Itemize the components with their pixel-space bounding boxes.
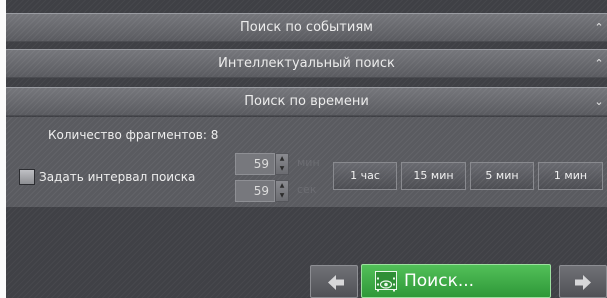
search-panel: Поиск по событиям ⌃ Интеллектуальный пои… — [0, 0, 607, 298]
seconds-unit: сек — [297, 183, 317, 196]
interval-checkbox[interactable] — [19, 169, 35, 185]
minutes-unit: мин — [297, 156, 320, 169]
chevron-up-icon: ⌃ — [594, 57, 604, 70]
search-button[interactable]: Поиск... — [361, 264, 551, 298]
section-title-smart-search: Интеллектуальный поиск — [218, 56, 395, 71]
section-title-event-search: Поиск по событиям — [240, 20, 373, 35]
minutes-input[interactable]: 59 — [235, 153, 275, 175]
section-title-time-search: Поиск по времени — [244, 94, 369, 109]
section-header-smart-search[interactable]: Интеллектуальный поиск ⌃ — [6, 49, 607, 78]
chevron-down-icon: ⌄ — [594, 95, 604, 108]
quick-button-5m[interactable]: 5 мин — [470, 162, 534, 190]
prev-button[interactable] — [310, 265, 358, 298]
seconds-input[interactable]: 59 — [235, 180, 275, 202]
quick-button-1m[interactable]: 1 мин — [538, 162, 603, 190]
quick-button-15m[interactable]: 15 мин — [401, 162, 466, 190]
stepper-up-icon[interactable]: ▲ — [276, 154, 288, 164]
fragments-count: Количество фрагментов: 8 — [48, 128, 219, 142]
arrow-left-icon — [328, 275, 344, 290]
stepper-down-icon[interactable]: ▼ — [276, 164, 288, 174]
stepper-up-icon[interactable]: ▲ — [276, 181, 288, 191]
search-button-label: Поиск... — [404, 271, 475, 291]
seconds-stepper[interactable]: ▲ ▼ — [275, 180, 289, 202]
chevron-up-icon: ⌃ — [594, 21, 604, 34]
section-header-time-search[interactable]: Поиск по времени ⌄ — [6, 87, 607, 116]
minutes-stepper[interactable]: ▲ ▼ — [275, 153, 289, 175]
film-eye-icon — [375, 271, 397, 292]
arrow-right-icon — [575, 275, 591, 290]
interval-checkbox-label[interactable]: Задать интервал поиска — [39, 170, 195, 184]
stepper-down-icon[interactable]: ▼ — [276, 191, 288, 201]
section-header-event-search[interactable]: Поиск по событиям ⌃ — [6, 13, 607, 42]
next-button[interactable] — [559, 265, 607, 298]
quick-button-1h[interactable]: 1 час — [333, 162, 397, 190]
